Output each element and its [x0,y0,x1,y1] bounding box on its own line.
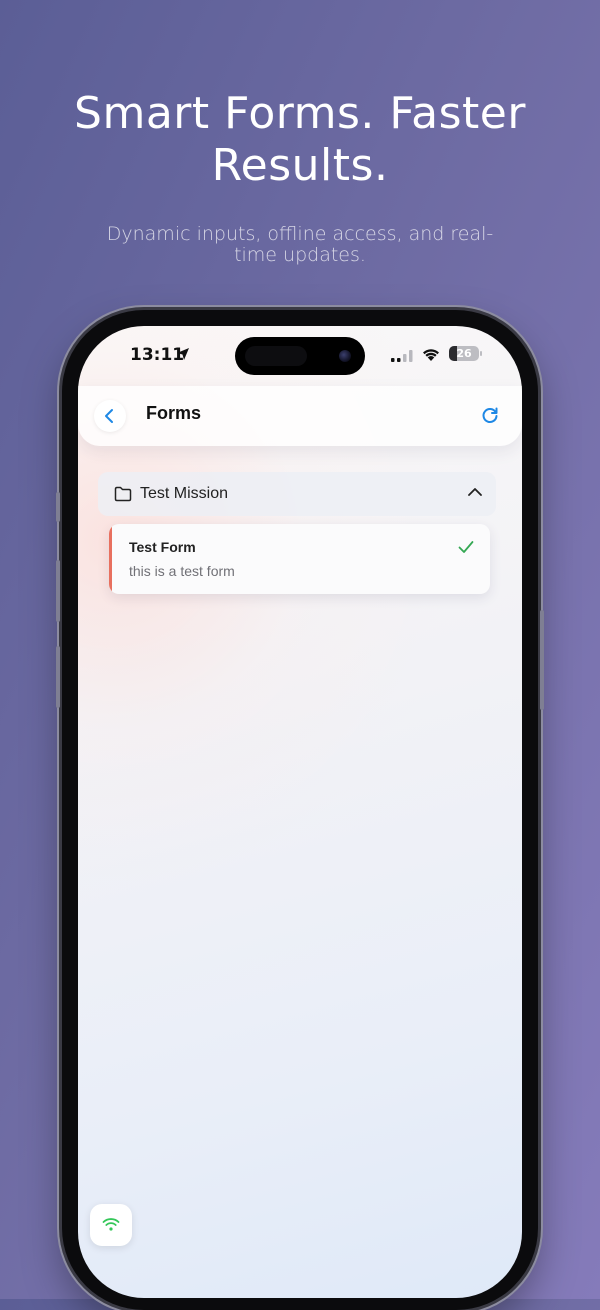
page-title: Forms [146,403,202,423]
battery-icon: 26 [449,346,479,361]
chevron-left-icon [105,409,113,423]
phone-power-button [540,610,544,710]
phone-volume-down-button [56,646,60,708]
wifi-icon [102,1218,120,1231]
mission-name: Test Mission [140,485,229,502]
promo-subheadline: Dynamic inputs, offline access, and real… [106,223,494,266]
wifi-icon [423,349,439,361]
app-screen: 13:11 26 Forms Test Mission Test Form th… [78,326,522,1298]
app-header: Forms [78,386,522,446]
back-button[interactable] [94,400,126,432]
mission-group-header[interactable]: Test Mission [98,472,496,516]
phone-action-button [56,492,60,522]
cellular-signal-icon [391,350,413,362]
chevron-up-icon[interactable] [468,487,482,497]
form-card[interactable]: Test Form this is a test form [109,524,490,594]
form-card-accent [109,524,112,594]
phone-frame: 13:11 26 Forms Test Mission Test Form th… [56,310,544,1310]
refresh-icon[interactable] [480,406,500,426]
connectivity-button[interactable] [90,1204,132,1246]
folder-icon [114,486,132,502]
promo-headline: Smart Forms. Faster Results. [74,88,526,191]
form-title: Test Form [129,539,196,555]
location-arrow-icon [177,348,189,360]
form-description: this is a test form [129,563,235,579]
dynamic-island [235,337,365,375]
phone-volume-up-button [56,560,60,622]
battery-level: 26 [456,347,472,360]
camera-icon [339,350,351,362]
checkmark-icon [458,541,474,553]
